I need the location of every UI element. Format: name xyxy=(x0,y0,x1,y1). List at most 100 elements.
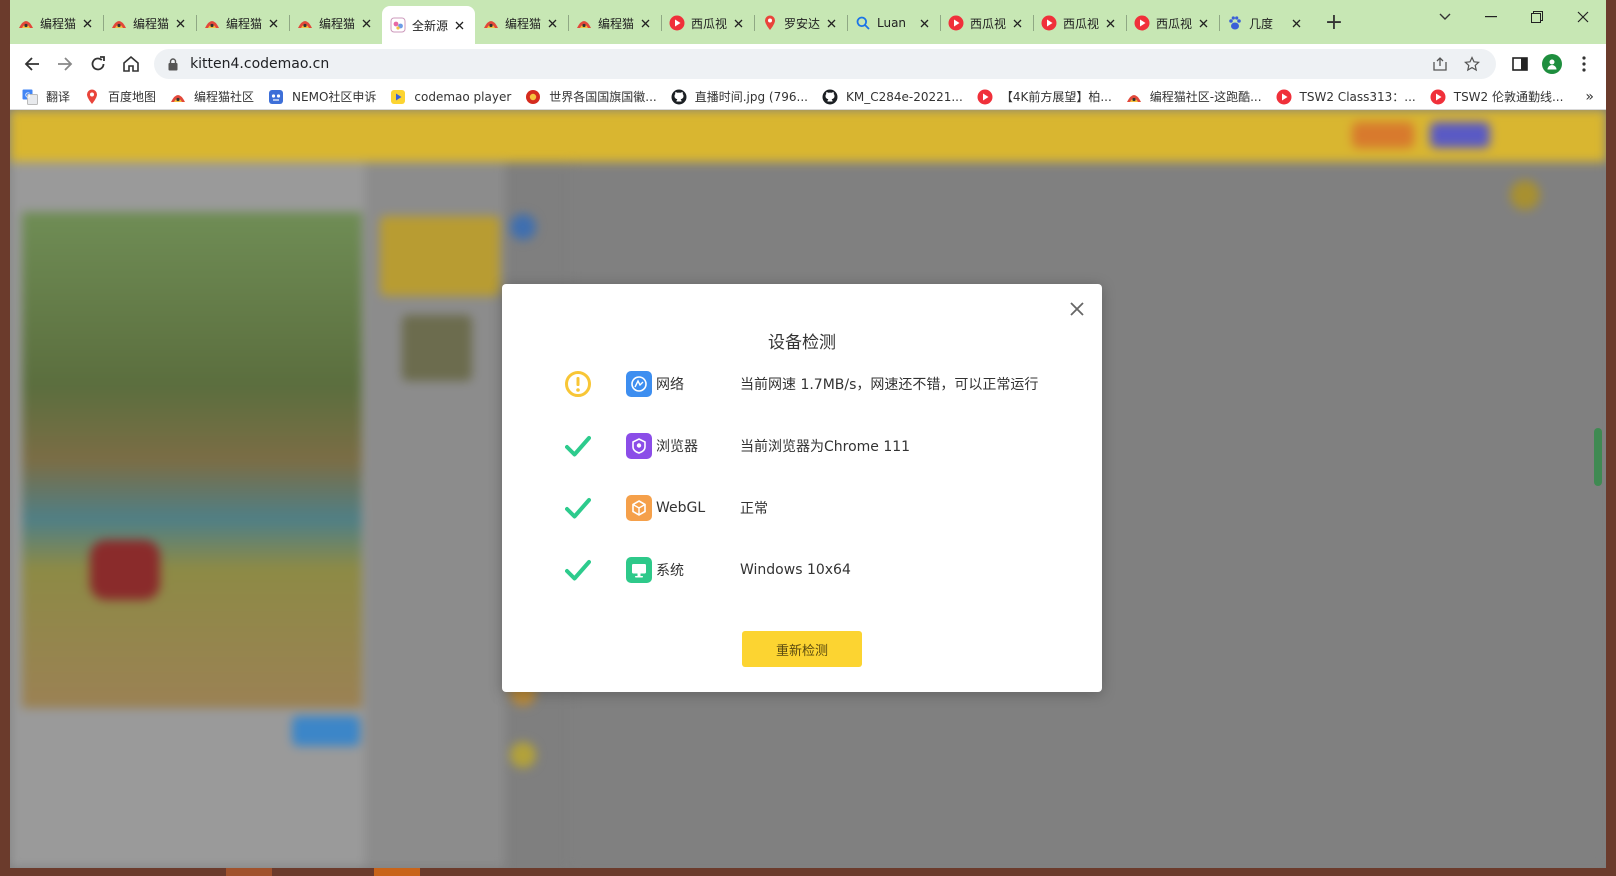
tab-search-button[interactable] xyxy=(1422,0,1468,34)
warning-icon xyxy=(564,370,592,398)
lock-icon[interactable] xyxy=(168,57,178,71)
close-icon xyxy=(1292,19,1300,27)
tab-title: Luan xyxy=(877,16,907,30)
tab-title: 全新源 xyxy=(412,18,449,33)
bookmark-item[interactable]: NEMO社区申诉 xyxy=(268,88,376,105)
workspace-corner-button xyxy=(1510,180,1540,210)
bookmark-item[interactable]: 世界各国国旗国徽... xyxy=(525,88,657,105)
restore-button[interactable] xyxy=(1514,0,1560,34)
tab[interactable]: 西瓜视 xyxy=(1033,6,1126,40)
kebab-menu-icon xyxy=(1582,56,1586,72)
tab-close-button[interactable] xyxy=(1288,15,1304,31)
tab-close-button[interactable] xyxy=(823,15,839,31)
tab-close-button[interactable] xyxy=(451,17,467,33)
url-text[interactable]: kitten4.codemao.cn xyxy=(190,56,1422,72)
tab[interactable]: 西瓜视 xyxy=(1126,6,1219,40)
close-icon xyxy=(362,19,370,27)
menu-button[interactable] xyxy=(1568,48,1600,80)
bookmark-item[interactable]: TSW2 Class313：... xyxy=(1276,88,1416,105)
forward-button[interactable] xyxy=(49,48,80,80)
tab-close-button[interactable] xyxy=(172,15,188,31)
tab-strip: 编程猫 编程猫 编程猫 编程猫 全新源 编程猫 编程猫 西瓜视 罗安达 Luan 西瓜视 西瓜视 西瓜视… xyxy=(10,0,1606,44)
browser-window: 编程猫 编程猫 编程猫 编程猫 全新源 编程猫 编程猫 西瓜视 罗安达 Luan 西瓜视 西瓜视 西瓜视… xyxy=(10,0,1606,868)
back-button[interactable] xyxy=(16,48,47,80)
bookmark-star-icon[interactable] xyxy=(1458,50,1486,78)
bookmarks-bar: G 翻译 百度地图 编程猫社区 NEMO社区申诉 codemao player 世界各国国旗… xyxy=(10,84,1606,110)
taskbar-item[interactable] xyxy=(226,868,272,876)
bookmark-item[interactable]: codemao player xyxy=(390,89,511,105)
bookmark-item[interactable]: 百度地图 xyxy=(84,88,156,105)
bookmark-label: KM_C284e-20221... xyxy=(845,89,963,104)
bookmark-item[interactable]: 【4K前方展望】柏... xyxy=(977,88,1112,105)
home-button[interactable] xyxy=(115,48,146,80)
page-scrollbar[interactable] xyxy=(1594,428,1602,486)
home-icon xyxy=(122,55,139,72)
tab-close-button[interactable] xyxy=(544,15,560,31)
kitten-icon xyxy=(390,17,406,33)
check-label: 系统 xyxy=(656,563,684,579)
share-icon[interactable] xyxy=(1426,50,1454,78)
tab-close-button[interactable] xyxy=(1009,15,1025,31)
tab[interactable]: 编程猫 xyxy=(475,6,568,40)
tab[interactable]: 西瓜视 xyxy=(661,6,754,40)
sprite-card-cat xyxy=(380,216,500,296)
check-label: 浏览器 xyxy=(656,439,698,455)
codemao-icon xyxy=(204,15,220,31)
recheck-button[interactable]: 重新检测 xyxy=(742,631,862,667)
tab-title: 编程猫 xyxy=(226,16,263,31)
tab-close-button[interactable] xyxy=(358,15,374,31)
bookmark-item[interactable]: KM_C284e-20221... xyxy=(822,89,963,105)
tab-title: 几度 xyxy=(1249,16,1274,31)
bookmark-item[interactable]: G 翻译 xyxy=(22,88,70,105)
close-window-button[interactable] xyxy=(1560,0,1606,34)
tab-close-button[interactable] xyxy=(1195,15,1211,31)
tab-close-button[interactable] xyxy=(637,15,653,31)
tab-title: 西瓜视 xyxy=(1156,16,1193,31)
tab-close-button[interactable] xyxy=(265,15,281,31)
bookmark-item[interactable]: TSW2 伦敦通勤线... xyxy=(1430,88,1563,105)
side-panel-button[interactable] xyxy=(1504,48,1536,80)
xigua-icon xyxy=(1134,15,1150,31)
tab[interactable]: 西瓜视 xyxy=(940,6,1033,40)
side-panel-icon xyxy=(1512,57,1528,71)
tab[interactable]: 编程猫 xyxy=(10,6,103,40)
chevron-down-icon xyxy=(1439,13,1451,20)
bookmark-label: 【4K前方展望】柏... xyxy=(1000,90,1112,104)
profile-button[interactable] xyxy=(1536,48,1568,80)
bookmark-label: TSW2 Class313：... xyxy=(1299,90,1416,104)
tab[interactable]: 几度 xyxy=(1219,6,1312,40)
tab-close-button[interactable] xyxy=(79,15,95,31)
tab-close-button[interactable] xyxy=(1102,15,1118,31)
tab-title: 编程猫 xyxy=(133,16,170,31)
bookmarks-overflow-button[interactable]: » xyxy=(1585,89,1594,105)
dialog-close-button[interactable] xyxy=(1066,298,1088,320)
bookmark-item[interactable]: 直播时间.jpg (796... xyxy=(671,88,808,105)
tab[interactable]: 编程猫 xyxy=(103,6,196,40)
tab-close-button[interactable] xyxy=(916,15,932,31)
close-icon xyxy=(455,21,463,29)
tab[interactable]: 编程猫 xyxy=(196,6,289,40)
close-icon xyxy=(1013,19,1021,27)
search-icon xyxy=(855,15,871,31)
check-row: 网络 当前网速 1.7MB/s，网速还不错，可以正常运行 xyxy=(502,364,1102,404)
tab[interactable]: 编程猫 xyxy=(289,6,382,40)
tab[interactable]: Luan xyxy=(847,6,940,40)
new-tab-button[interactable]: + xyxy=(1318,6,1350,38)
svg-text:G: G xyxy=(25,91,30,99)
bookmark-item[interactable]: 编程猫社区-这跑酷... xyxy=(1126,88,1262,105)
tab-list: 编程猫 编程猫 编程猫 编程猫 全新源 编程猫 编程猫 西瓜视 罗安达 Luan 西瓜视 西瓜视 西瓜视… xyxy=(10,6,1312,44)
tab[interactable]: 编程猫 xyxy=(568,6,661,40)
taskbar-item[interactable] xyxy=(374,868,420,876)
xigua-icon xyxy=(1041,15,1057,31)
tab-active[interactable]: 全新源 xyxy=(382,6,475,44)
minimize-button[interactable] xyxy=(1468,0,1514,34)
xigua-icon xyxy=(948,15,964,31)
tab[interactable]: 罗安达 xyxy=(754,6,847,40)
address-bar[interactable]: kitten4.codemao.cn xyxy=(154,49,1497,79)
tab-close-button[interactable] xyxy=(730,15,746,31)
bookmark-item[interactable]: 编程猫社区 xyxy=(170,88,254,105)
taskbar-strip xyxy=(0,868,1616,876)
tab-title: 罗安达 xyxy=(784,16,821,31)
reload-button[interactable] xyxy=(82,48,113,80)
xigua-icon xyxy=(977,89,993,105)
